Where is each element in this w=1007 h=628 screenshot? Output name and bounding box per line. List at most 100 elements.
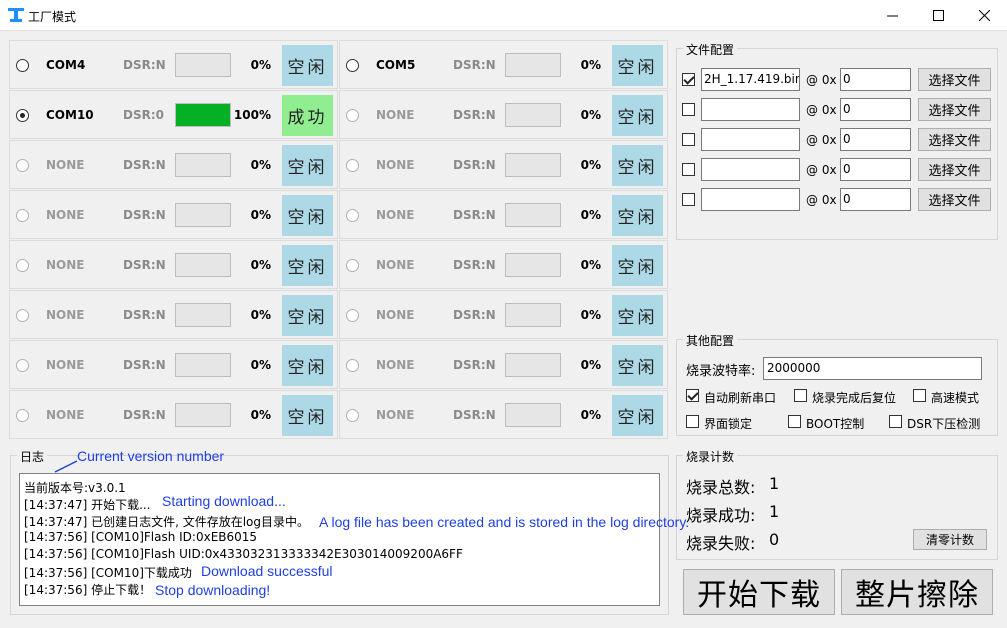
- port-cell: NONE DSR:N 0% 空闲: [9, 240, 338, 289]
- address-input[interactable]: 0: [840, 98, 911, 121]
- option-box[interactable]: [794, 389, 807, 402]
- port-status: 空闲: [282, 295, 333, 336]
- progress-percent: 0%: [580, 258, 601, 272]
- port-status: 空闲: [612, 395, 663, 436]
- file-path-input[interactable]: [701, 98, 800, 121]
- select-file-button[interactable]: 选择文件: [918, 128, 991, 151]
- port-radio[interactable]: [346, 159, 359, 172]
- port-radio[interactable]: [16, 409, 29, 422]
- file-path-input[interactable]: [701, 158, 800, 181]
- dsr-state: DSR:N: [453, 308, 496, 322]
- progress-bar: [175, 53, 231, 77]
- port-name: COM4: [46, 58, 86, 72]
- select-file-button[interactable]: 选择文件: [918, 158, 991, 181]
- port-cell: NONE DSR:N 0% 空闲: [9, 340, 338, 389]
- log-line: [14:37:47] 已创建日志文件, 文件存放在log目录中。: [24, 515, 309, 529]
- progress-bar: [175, 403, 231, 427]
- success-count-label: 烧录成功:: [686, 506, 756, 525]
- option-box[interactable]: [913, 389, 926, 402]
- progress-bar: [175, 353, 231, 377]
- port-radio[interactable]: [346, 259, 359, 272]
- port-cell: NONE DSR:N 0% 空闲: [339, 290, 668, 339]
- start-download-button[interactable]: 开始下载: [683, 569, 835, 615]
- port-cell: COM4 DSR:N 0% 空闲: [9, 40, 338, 89]
- progress-bar: [175, 103, 231, 127]
- dsr-state: DSR:N: [453, 108, 496, 122]
- file-enable-checkbox[interactable]: [682, 163, 695, 176]
- option-box[interactable]: [686, 415, 699, 428]
- port-radio[interactable]: [16, 159, 29, 172]
- port-radio[interactable]: [346, 209, 359, 222]
- port-cell: COM10 DSR:0 100% 成功: [9, 90, 338, 139]
- progress-bar: [175, 203, 231, 227]
- log-textbox[interactable]: 当前版本号:v3.0.1 [14:37:47] 开始下载... [14:37:47]…: [19, 473, 660, 606]
- address-prefix: @ 0x: [806, 103, 837, 117]
- port-radio[interactable]: [346, 409, 359, 422]
- baud-input[interactable]: 2000000: [763, 357, 982, 380]
- port-cell: NONE DSR:N 0% 空闲: [339, 340, 668, 389]
- port-status: 空闲: [612, 295, 663, 336]
- dsr-state: DSR:N: [123, 158, 166, 172]
- port-status: 空闲: [282, 395, 333, 436]
- option-box[interactable]: [788, 415, 801, 428]
- address-prefix: @ 0x: [806, 193, 837, 207]
- progress-percent: 0%: [250, 358, 271, 372]
- port-radio[interactable]: [16, 209, 29, 222]
- progress-bar: [505, 153, 561, 177]
- port-cell: NONE DSR:N 0% 空闲: [339, 90, 668, 139]
- annotation-logfile: A log file has been created and is store…: [319, 514, 690, 530]
- file-enable-checkbox[interactable]: [682, 133, 695, 146]
- port-status: 空闲: [612, 245, 663, 286]
- address-input[interactable]: 0: [840, 128, 911, 151]
- port-radio[interactable]: [346, 309, 359, 322]
- port-radio[interactable]: [346, 59, 359, 72]
- select-file-button[interactable]: 选择文件: [918, 98, 991, 121]
- port-radio[interactable]: [16, 309, 29, 322]
- file-enable-checkbox[interactable]: [682, 193, 695, 206]
- port-radio[interactable]: [16, 59, 29, 72]
- port-name: COM5: [376, 58, 416, 72]
- file-enable-checkbox[interactable]: [682, 103, 695, 116]
- port-radio[interactable]: [16, 359, 29, 372]
- address-input[interactable]: 0: [840, 188, 911, 211]
- address-input[interactable]: 0: [840, 68, 911, 91]
- dsr-state: DSR:0: [123, 108, 164, 122]
- progress-percent: 0%: [250, 258, 271, 272]
- total-count-label: 烧录总数:: [686, 478, 756, 497]
- port-cell: NONE DSR:N 0% 空闲: [339, 390, 668, 439]
- full-erase-button[interactable]: 整片擦除: [841, 569, 993, 615]
- minimize-button[interactable]: [869, 0, 915, 31]
- app-icon: [8, 8, 24, 22]
- file-row: 2H_1.17.419.bin @ 0x 0 选择文件: [682, 68, 992, 92]
- port-radio[interactable]: [346, 359, 359, 372]
- address-prefix: @ 0x: [806, 73, 837, 87]
- fail-count-value: 0: [769, 530, 780, 549]
- file-path-input[interactable]: 2H_1.17.419.bin: [701, 68, 800, 91]
- port-radio[interactable]: [16, 259, 29, 272]
- select-file-button[interactable]: 选择文件: [918, 188, 991, 211]
- address-input[interactable]: 0: [840, 158, 911, 181]
- close-button[interactable]: [961, 0, 1007, 31]
- address-prefix: @ 0x: [806, 133, 837, 147]
- select-file-button[interactable]: 选择文件: [918, 68, 991, 91]
- file-path-input[interactable]: [701, 188, 800, 211]
- address-prefix: @ 0x: [806, 163, 837, 177]
- file-row: @ 0x 0 选择文件: [682, 128, 992, 152]
- option-box[interactable]: [889, 415, 902, 428]
- file-enable-checkbox[interactable]: [682, 73, 695, 86]
- maximize-button[interactable]: [915, 0, 961, 31]
- progress-fill: [176, 104, 230, 126]
- option-box[interactable]: [686, 389, 699, 402]
- file-path-input[interactable]: [701, 128, 800, 151]
- progress-bar: [505, 303, 561, 327]
- port-status: 空闲: [612, 145, 663, 186]
- progress-bar: [175, 253, 231, 277]
- total-count-value: 1: [769, 474, 780, 493]
- clear-count-button[interactable]: 清零计数: [913, 529, 987, 550]
- log-label: 日志: [17, 448, 48, 465]
- port-name: NONE: [376, 308, 415, 322]
- port-cell: NONE DSR:N 0% 空闲: [339, 240, 668, 289]
- port-radio[interactable]: [346, 109, 359, 122]
- port-radio[interactable]: [16, 109, 29, 122]
- log-line: 当前版本号:v3.0.1: [24, 481, 126, 495]
